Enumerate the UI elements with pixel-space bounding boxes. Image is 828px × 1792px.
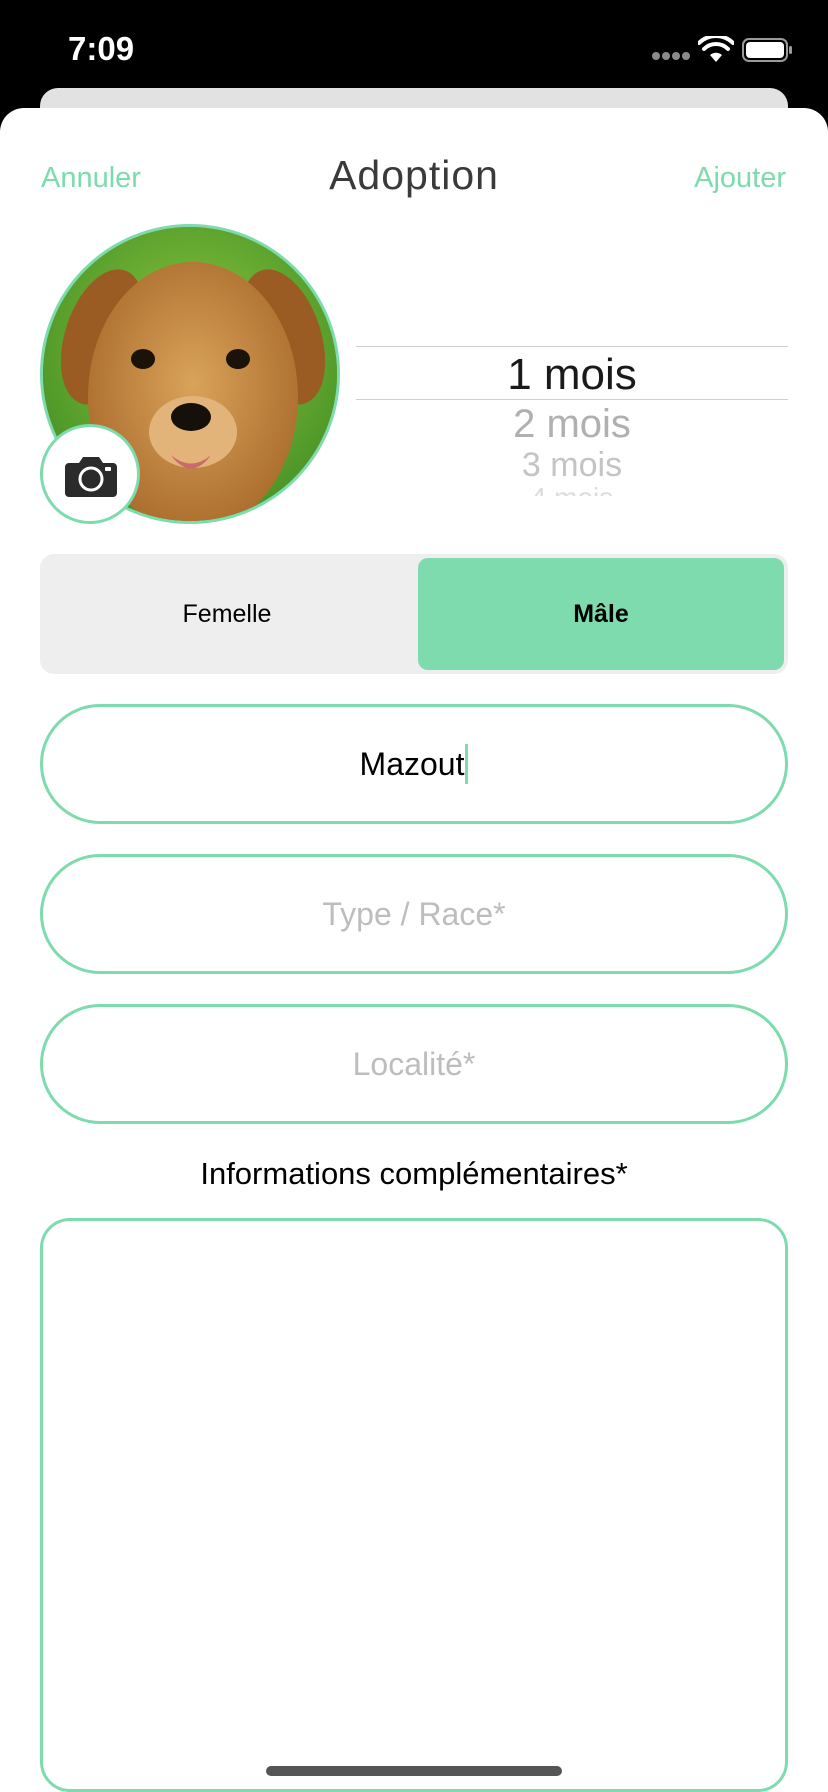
picker-item[interactable]: 4 mois bbox=[356, 482, 788, 496]
type-race-placeholder: Type / Race* bbox=[322, 895, 506, 932]
home-indicator[interactable] bbox=[266, 1766, 562, 1776]
gender-option-female[interactable]: Femelle bbox=[40, 558, 414, 670]
gender-segmented-control: Femelle Mâle bbox=[40, 554, 788, 674]
picker-item[interactable]: 2 mois bbox=[356, 402, 788, 447]
gender-option-male[interactable]: Mâle bbox=[418, 558, 784, 670]
camera-button[interactable] bbox=[40, 424, 140, 524]
text-cursor bbox=[465, 744, 469, 784]
name-field[interactable]: Mazout bbox=[40, 704, 788, 824]
name-field-value: Mazout bbox=[359, 745, 465, 782]
add-button[interactable]: Ajouter bbox=[694, 162, 786, 195]
info-label: Informations complémentaires* bbox=[200, 1156, 628, 1191]
age-picker[interactable]: 1 mois 2 mois 3 mois 4 mois bbox=[356, 340, 788, 510]
cellular-signal-icon bbox=[652, 52, 692, 62]
status-time: 7:09 bbox=[68, 30, 135, 67]
wifi-icon bbox=[698, 36, 734, 62]
info-textarea[interactable] bbox=[40, 1218, 788, 1792]
status-bar: 7:09 bbox=[0, 0, 828, 100]
picker-selected-item[interactable]: 1 mois bbox=[356, 350, 788, 400]
battery-icon bbox=[742, 38, 792, 62]
location-placeholder: Localité* bbox=[352, 1045, 476, 1082]
location-field[interactable]: Localité* bbox=[40, 1004, 788, 1124]
picker-item[interactable]: 3 mois bbox=[356, 446, 788, 480]
camera-icon bbox=[65, 457, 117, 497]
type-race-field[interactable]: Type / Race* bbox=[40, 854, 788, 974]
picker-top-line bbox=[356, 346, 788, 347]
